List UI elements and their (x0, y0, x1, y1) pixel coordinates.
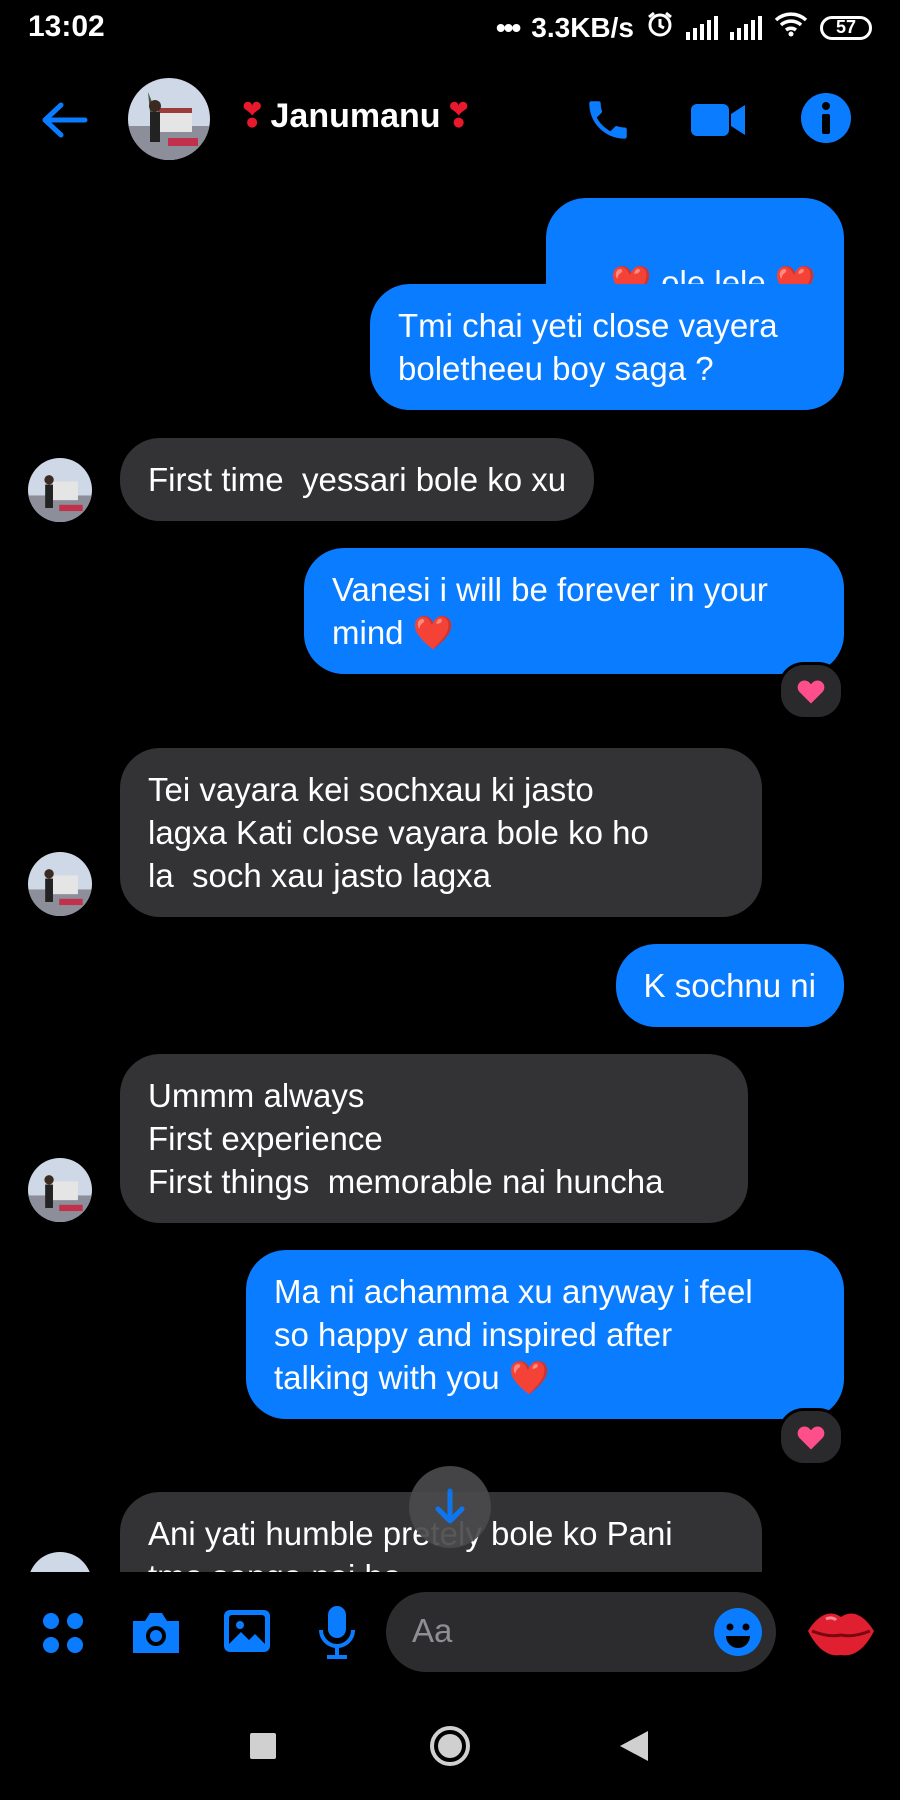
info-icon[interactable] (798, 90, 854, 146)
heart-icon: ❤️ (412, 614, 454, 651)
message-bubble-incoming[interactable]: Ummm always First experience First thing… (120, 1054, 748, 1223)
heart-icon: ❣ (444, 97, 474, 135)
lips-icon[interactable] (804, 1600, 878, 1664)
network-speed: 3.3KB/s (531, 11, 634, 43)
contact-name[interactable]: ❣ Janumanu ❣ (238, 96, 473, 136)
alarm-icon (646, 10, 674, 45)
signal-icon (730, 15, 762, 40)
signal-icon (686, 15, 718, 40)
status-bar: 13:02 ••• 3.3KB/s 57 (0, 0, 900, 56)
wifi-icon (774, 11, 808, 44)
message-bubble-outgoing[interactable]: Vanesi i will be forever in your mind ❤️ (304, 548, 844, 674)
emoji-icon[interactable] (710, 1604, 766, 1660)
heart-icon: ❤️ (508, 1359, 550, 1396)
phone-icon[interactable] (580, 92, 636, 148)
message-input-placeholder: Aa (412, 1612, 453, 1649)
gallery-icon[interactable] (220, 1604, 274, 1658)
message-bubble-outgoing[interactable]: Ma ni achamma xu anyway i feel so happy … (246, 1250, 844, 1419)
contact-avatar-small (28, 1552, 92, 1572)
message-bubble-outgoing[interactable]: K sochnu ni (615, 944, 844, 1027)
message-bubble-outgoing[interactable]: Tmi chai yeti close vayera boletheeu boy… (370, 284, 844, 410)
home-icon[interactable] (428, 1724, 472, 1768)
heart-icon: ❣ (238, 97, 267, 135)
apps-icon[interactable] (38, 1608, 88, 1658)
message-list[interactable]: ❤️ ole lele ❤️ Tmi chai yeti close vayer… (0, 186, 900, 1572)
back-icon[interactable] (616, 1728, 652, 1764)
camera-icon[interactable] (128, 1606, 184, 1658)
contact-avatar[interactable] (128, 78, 210, 160)
contact-name-text: Janumanu (270, 96, 441, 135)
status-time: 13:02 (28, 10, 105, 43)
message-bubble-incoming[interactable]: Tei vayara kei sochxau ki jasto lagxa Ka… (120, 748, 762, 917)
battery-icon: 57 (820, 15, 872, 40)
video-call-icon[interactable] (688, 94, 748, 146)
more-dots-icon: ••• (495, 11, 521, 43)
contact-avatar-small (28, 1158, 92, 1222)
arrow-down-icon (435, 1488, 465, 1524)
reaction-heart[interactable] (778, 662, 844, 720)
back-arrow-icon[interactable] (36, 92, 92, 148)
message-bubble-incoming[interactable]: First time yessari bole ko xu (120, 438, 595, 521)
status-indicators: ••• 3.3KB/s 57 (496, 10, 872, 45)
message-input[interactable]: Aa (386, 1592, 776, 1672)
recents-icon[interactable] (247, 1730, 279, 1762)
contact-avatar-small (28, 852, 92, 916)
scroll-to-bottom-button[interactable] (409, 1466, 491, 1548)
contact-avatar-small (28, 458, 92, 522)
microphone-icon[interactable] (314, 1602, 360, 1662)
reaction-heart[interactable] (778, 1408, 844, 1466)
